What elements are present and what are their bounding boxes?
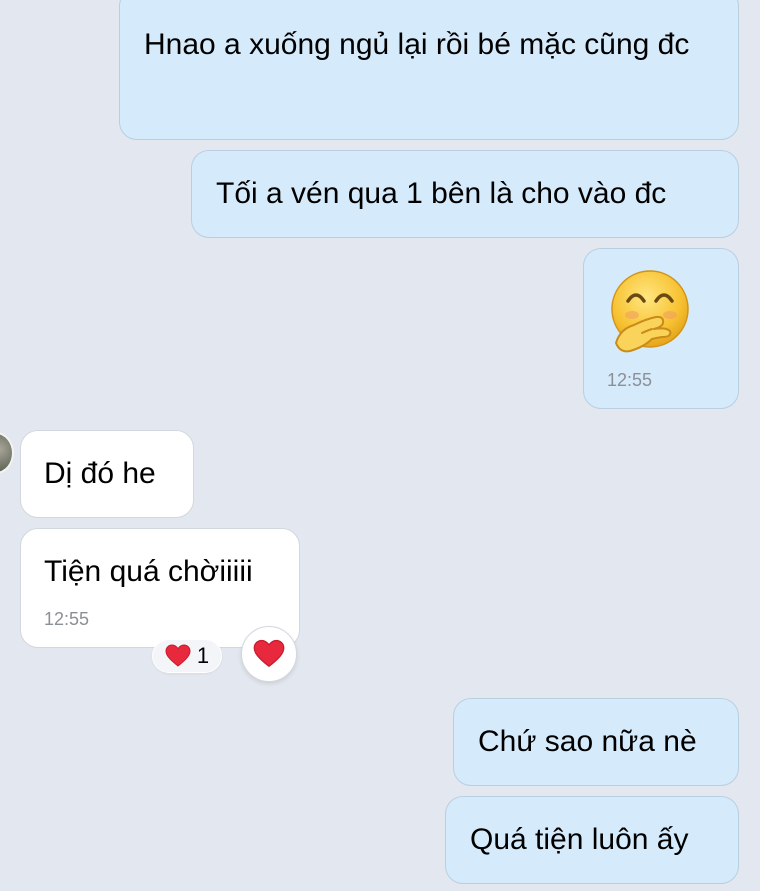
message-timestamp: 12:55 (44, 609, 90, 629)
message-bubble-outgoing[interactable]: Tối a vén qua 1 bên là cho vào đc (191, 150, 739, 238)
message-text: Dị đó he (44, 457, 156, 490)
message-bubble-incoming[interactable]: Dị đó he (20, 430, 194, 518)
heart-icon (253, 639, 285, 668)
react-heart-button[interactable] (241, 626, 297, 682)
contact-avatar[interactable] (0, 432, 14, 474)
message-bubble-outgoing[interactable]: Chứ sao nữa nè (453, 698, 739, 786)
sticker-bubble-outgoing[interactable]: 12:55 (583, 248, 739, 409)
embarrassed-giggle-face-icon (611, 270, 689, 353)
message-text: Tối a vén qua 1 bên là cho vào đc (216, 177, 667, 210)
message-timestamp: 12:55 (607, 370, 653, 390)
reaction-summary[interactable]: 1 (152, 639, 222, 673)
message-bubble-outgoing[interactable]: Quá tiện luôn ấy (445, 796, 739, 884)
message-text: Quá tiện luôn ấy (470, 823, 689, 856)
reaction-count: 1 (196, 643, 210, 668)
message-text: Tiện quá chờiiiii (44, 555, 253, 588)
message-text: Chứ sao nữa nè (478, 725, 697, 758)
message-text: Hnao a xuống ngủ lại rồi bé mặc cũng đc (144, 28, 690, 61)
message-bubble-outgoing[interactable]: Hnao a xuống ngủ lại rồi bé mặc cũng đc (119, 0, 739, 140)
heart-icon (165, 644, 191, 667)
